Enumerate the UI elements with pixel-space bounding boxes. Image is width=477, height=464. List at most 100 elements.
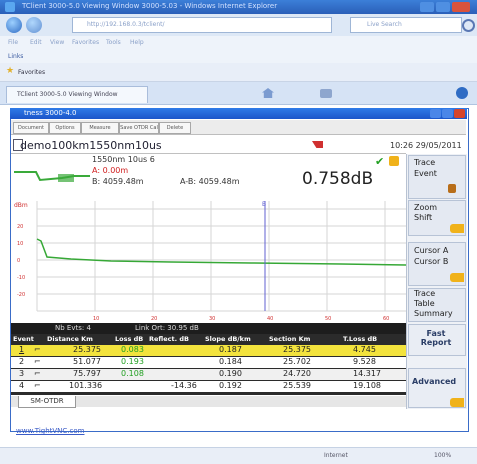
menu-help[interactable]: Help bbox=[130, 39, 144, 46]
radio-cursor-a[interactable]: Cursor A bbox=[414, 246, 448, 255]
loss-value: 0.758dB bbox=[302, 169, 374, 189]
menu-favorites[interactable]: Favorites bbox=[72, 39, 99, 46]
overview-zoom-box bbox=[58, 174, 74, 182]
menu-save-otdr-cal[interactable]: Save OTDR Cal bbox=[119, 122, 159, 134]
zoom-adjust-icon[interactable] bbox=[450, 224, 464, 233]
radio-zoom[interactable]: Zoom bbox=[414, 203, 437, 212]
radio-event[interactable]: Event bbox=[414, 169, 437, 178]
svg-text:30: 30 bbox=[209, 316, 215, 322]
ie-status-bar: Internet 100% bbox=[0, 447, 477, 464]
menu-tools[interactable]: Tools bbox=[106, 39, 121, 46]
menu-measure[interactable]: Measure bbox=[81, 122, 119, 134]
menu-document[interactable]: Document bbox=[13, 122, 49, 134]
cursor-b-position: B: 4059.48m bbox=[92, 177, 144, 186]
table-row[interactable]: 3 75.797 0.108 0.190 24.720 14.317 bbox=[11, 369, 406, 380]
splice-event-icon: ⌐ bbox=[34, 357, 41, 366]
otdr-title-bar: tness 3000-4.0 bbox=[10, 108, 467, 119]
status-zone: Internet bbox=[324, 452, 348, 459]
check-icon: ✔ bbox=[375, 155, 385, 168]
table-status-row: Nb Evts: 4 Link Ort: 30.95 dB bbox=[11, 323, 406, 334]
event-slope: 0.187 bbox=[219, 345, 242, 354]
svg-text:-20: -20 bbox=[17, 292, 25, 298]
favorites-star-icon[interactable]: ★ bbox=[6, 66, 14, 76]
forward-arrow-icon[interactable] bbox=[26, 17, 42, 33]
y-axis-ticks: 20 10 0 -10 -20 bbox=[17, 224, 25, 298]
zoom-level[interactable]: 100% bbox=[434, 452, 451, 459]
event-slope: 0.184 bbox=[219, 357, 242, 366]
fast-report-label: Fast Report bbox=[420, 329, 452, 347]
radio-trace[interactable]: Trace bbox=[414, 158, 435, 167]
ie-close-button[interactable] bbox=[452, 2, 470, 12]
clock: 10:26 29/05/2011 bbox=[390, 141, 462, 150]
chart-y-label: dBm bbox=[14, 202, 28, 209]
svg-text:0: 0 bbox=[17, 258, 20, 264]
event-section: 25.375 bbox=[283, 345, 311, 354]
otdr-minimize-button[interactable] bbox=[430, 109, 441, 118]
address-bar[interactable]: http://192.168.0.3/tclient/ bbox=[72, 17, 332, 33]
otdr-close-button[interactable] bbox=[454, 109, 465, 118]
help-icon[interactable] bbox=[456, 87, 468, 99]
svg-text:20: 20 bbox=[151, 316, 157, 322]
search-placeholder: Live Search bbox=[367, 21, 402, 28]
events-count: Nb Evts: 4 bbox=[55, 324, 91, 332]
event-distance: 101.336 bbox=[69, 381, 103, 390]
otdr-window-title: tness 3000-4.0 bbox=[24, 109, 77, 117]
event-number: 4 bbox=[19, 381, 25, 390]
radio-summary-view[interactable]: Summary bbox=[414, 309, 453, 318]
ie-minimize-button[interactable] bbox=[420, 2, 434, 12]
radio-shift[interactable]: Shift bbox=[414, 213, 432, 222]
radio-cursor-b[interactable]: Cursor B bbox=[414, 257, 448, 266]
advanced-options-icon[interactable] bbox=[450, 398, 464, 407]
overview-trace-line bbox=[14, 171, 90, 182]
svg-text:20: 20 bbox=[17, 224, 23, 230]
favorites-label[interactable]: Favorites bbox=[18, 69, 45, 76]
cursor-ab-distance: A-B: 4059.48m bbox=[180, 177, 240, 186]
ie-maximize-button[interactable] bbox=[436, 2, 450, 12]
tightvnc-link[interactable]: www.TightVNC.com bbox=[16, 427, 84, 435]
menu-options[interactable]: Options bbox=[49, 122, 81, 134]
ie-window-title: TClient 3000-5.0 Viewing Window 3000-5.0… bbox=[22, 2, 278, 10]
otdr-maximize-button[interactable] bbox=[442, 109, 453, 118]
radio-table-view[interactable]: Table bbox=[414, 299, 435, 308]
col-total-loss: T.Loss dB bbox=[343, 335, 378, 343]
ie-app-icon bbox=[5, 2, 15, 12]
cursor-adjust-icon[interactable] bbox=[450, 273, 464, 282]
radio-trace-view[interactable]: Trace bbox=[414, 289, 435, 298]
search-input[interactable]: Live Search bbox=[350, 17, 462, 33]
event-number: 3 bbox=[19, 369, 25, 378]
link-loss: Link Ort: 30.95 dB bbox=[135, 324, 199, 332]
back-arrow-icon[interactable] bbox=[6, 17, 22, 33]
otdr-trace-chart[interactable]: dBm 20 10 0 -10 -20 10 20 30 40 50 60 B bbox=[11, 199, 407, 323]
trace-name: demo100km1550nm10us bbox=[20, 139, 162, 152]
alert-icon[interactable] bbox=[389, 156, 399, 166]
event-loss: 0.108 bbox=[121, 369, 144, 378]
col-distance: Distance Km bbox=[47, 335, 93, 343]
links-label[interactable]: Links bbox=[8, 53, 23, 60]
table-row[interactable]: 2 51.077 0.193 0.184 25.702 9.528 bbox=[11, 357, 406, 368]
search-icon[interactable] bbox=[462, 19, 475, 32]
event-total-loss: 9.528 bbox=[353, 357, 376, 366]
table-row[interactable]: 1 25.375 0.083 0.187 25.375 4.745 bbox=[11, 345, 406, 356]
tab-sm-otdr[interactable]: SM-OTDR bbox=[18, 396, 76, 408]
print-icon[interactable] bbox=[320, 89, 332, 98]
chart-grid bbox=[36, 201, 406, 312]
event-total-loss: 19.108 bbox=[353, 381, 381, 390]
event-section: 25.539 bbox=[283, 381, 311, 390]
event-distance: 75.797 bbox=[73, 369, 101, 378]
menu-file[interactable]: File bbox=[8, 39, 18, 46]
svg-text:-10: -10 bbox=[17, 275, 25, 281]
table-row[interactable]: 4 101.336 -14.36 0.192 25.539 19.108 bbox=[11, 381, 406, 392]
event-number: 1 bbox=[19, 345, 25, 354]
col-event: Event bbox=[13, 335, 34, 343]
ie-tab-active[interactable]: TClient 3000-5.0 Viewing Window bbox=[6, 86, 148, 103]
splice-event-icon: ⌐ bbox=[34, 345, 41, 354]
menu-delete[interactable]: Delete bbox=[159, 122, 191, 134]
event-distance: 25.375 bbox=[73, 345, 101, 354]
svg-text:40: 40 bbox=[267, 316, 273, 322]
menu-edit[interactable]: Edit bbox=[30, 39, 42, 46]
event-section: 25.702 bbox=[283, 357, 311, 366]
advanced-label: Advanced bbox=[412, 377, 457, 386]
event-reflect: -14.36 bbox=[171, 381, 197, 390]
menu-view[interactable]: View bbox=[50, 39, 64, 46]
acquisition-params: 1550nm 10us 6 bbox=[92, 155, 155, 164]
